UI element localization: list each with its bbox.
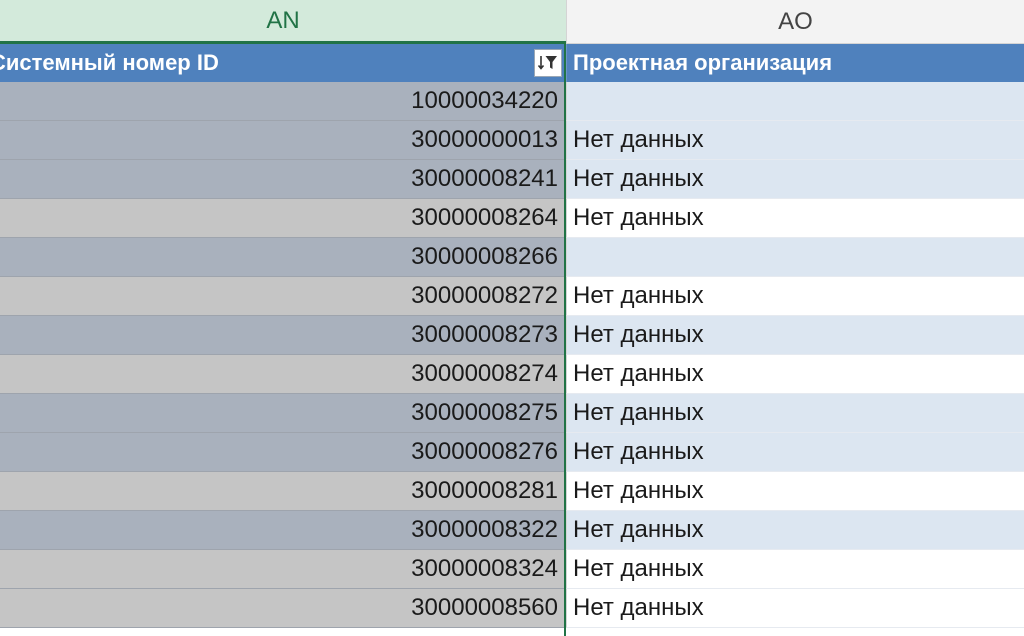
cell-system-id[interactable]: 30000008281 [0, 472, 566, 511]
cell-design-org[interactable]: Нет данных [566, 316, 1024, 355]
table-row: 30000008273 Нет данных [0, 316, 1024, 355]
cell-system-id[interactable]: 30000008275 [0, 394, 566, 433]
cell-system-id[interactable]: 30000008322 [0, 511, 566, 550]
cell-design-org[interactable] [566, 82, 1024, 121]
table-row: 30000008274 Нет данных [0, 355, 1024, 394]
cell-system-id[interactable]: 30000008266 [0, 238, 566, 277]
table-row: 30000008560 Нет данных [0, 589, 1024, 628]
header-cell-design-org[interactable]: Проектная организация [566, 44, 1024, 82]
cell-design-org[interactable]: Нет данных [566, 550, 1024, 589]
table-row: 30000008275 Нет данных [0, 394, 1024, 433]
spreadsheet-grid: AN AO Системный номер ID Проектная орган… [0, 0, 1024, 636]
table-row: 30000008276 Нет данных [0, 433, 1024, 472]
table-row: 30000000013 Нет данных [0, 121, 1024, 160]
table-row: 30000008322 Нет данных [0, 511, 1024, 550]
cell-system-id[interactable]: 30000008273 [0, 316, 566, 355]
header-label-design-org: Проектная организация [573, 50, 833, 75]
table-row: 30000008241 Нет данных [0, 160, 1024, 199]
header-label-system-id: Системный номер ID [0, 50, 219, 75]
cell-design-org[interactable]: Нет данных [566, 160, 1024, 199]
column-header-an[interactable]: AN [0, 0, 566, 44]
cell-design-org[interactable]: Нет данных [566, 199, 1024, 238]
header-cell-system-id[interactable]: Системный номер ID [0, 44, 566, 82]
cell-system-id[interactable]: 30000008276 [0, 433, 566, 472]
cell-design-org[interactable]: Нет данных [566, 433, 1024, 472]
cell-system-id[interactable]: 10000034220 [0, 82, 566, 121]
cell-design-org[interactable]: Нет данных [566, 355, 1024, 394]
cell-design-org[interactable]: Нет данных [566, 277, 1024, 316]
column-header-ao[interactable]: AO [566, 0, 1024, 44]
cell-system-id[interactable]: 30000008264 [0, 199, 566, 238]
cell-design-org[interactable]: Нет данных [566, 472, 1024, 511]
cell-design-org[interactable]: Нет данных [566, 511, 1024, 550]
cell-design-org[interactable]: Нет данных [566, 121, 1024, 160]
table-row: 10000034220 [0, 82, 1024, 121]
table-body: 10000034220 30000000013 Нет данных 30000008… [0, 82, 1024, 628]
cell-system-id[interactable]: 30000000013 [0, 121, 566, 160]
table-row: 30000008324 Нет данных [0, 550, 1024, 589]
table-row: 30000008266 [0, 238, 1024, 277]
cell-system-id[interactable]: 30000008241 [0, 160, 566, 199]
cell-system-id[interactable]: 30000008324 [0, 550, 566, 589]
cell-system-id[interactable]: 30000008272 [0, 277, 566, 316]
cell-design-org[interactable] [566, 238, 1024, 277]
table-row: 30000008281 Нет данных [0, 472, 1024, 511]
table-row: 30000008264 Нет данных [0, 199, 1024, 238]
table-row: 30000008272 Нет данных [0, 277, 1024, 316]
table-header-row: Системный номер ID Проектная организация [0, 44, 1024, 82]
cell-design-org[interactable]: Нет данных [566, 589, 1024, 628]
cell-system-id[interactable]: 30000008274 [0, 355, 566, 394]
cell-design-org[interactable]: Нет данных [566, 394, 1024, 433]
cell-system-id[interactable]: 30000008560 [0, 589, 566, 628]
filter-sort-icon[interactable] [534, 49, 562, 77]
column-header-row: AN AO [0, 0, 1024, 44]
